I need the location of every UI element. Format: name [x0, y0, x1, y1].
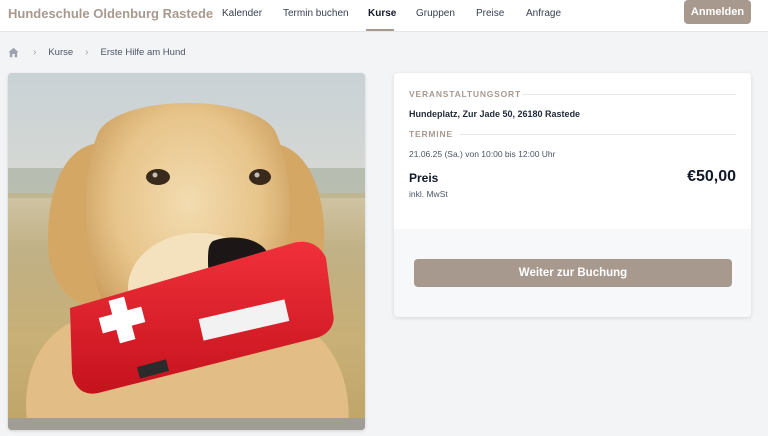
top-navigation-bar: Hundeschule Oldenburg Rastede Kalender T…	[0, 0, 768, 32]
nav-kurse[interactable]: Kurse	[368, 8, 396, 19]
dates-value: 21.06.25 (Sa.) von 10:00 bis 12:00 Uhr	[409, 149, 556, 159]
booking-footer: Weiter zur Buchung	[394, 229, 751, 317]
login-button[interactable]: Anmelden	[684, 0, 751, 24]
course-details-card: VERANSTALTUNGSORT Hundeplatz, Zur Jade 5…	[394, 73, 751, 317]
dog-first-aid-illustration	[8, 73, 365, 430]
price-label: Preis	[409, 171, 439, 185]
nav-kalender[interactable]: Kalender	[222, 8, 262, 19]
chevron-right-icon: ›	[85, 46, 89, 58]
location-label: VERANSTALTUNGSORT	[409, 89, 521, 99]
breadcrumb-current: Erste Hilfe am Hund	[100, 46, 186, 58]
nav-gruppen[interactable]: Gruppen	[416, 8, 455, 19]
nav-anfrage[interactable]: Anfrage	[526, 8, 561, 19]
continue-booking-button[interactable]: Weiter zur Buchung	[414, 259, 732, 287]
home-icon[interactable]	[8, 47, 19, 58]
tax-note: inkl. MwSt	[409, 189, 448, 199]
nav-preise[interactable]: Preise	[476, 8, 504, 19]
active-nav-indicator	[366, 29, 394, 31]
nav-termin-buchen[interactable]: Termin buchen	[283, 8, 349, 19]
price-value: €50,00	[687, 168, 736, 185]
location-value: Hundeplatz, Zur Jade 50, 26180 Rastede	[409, 109, 581, 119]
breadcrumb: › Kurse › Erste Hilfe am Hund	[8, 45, 198, 59]
brand-logo-text[interactable]: Hundeschule Oldenburg Rastede	[8, 6, 213, 21]
breadcrumb-kurse[interactable]: Kurse	[48, 47, 73, 58]
divider	[460, 134, 736, 135]
divider	[522, 94, 736, 95]
dates-label: TERMINE	[409, 129, 453, 139]
chevron-right-icon: ›	[33, 46, 37, 58]
course-image	[8, 73, 365, 430]
